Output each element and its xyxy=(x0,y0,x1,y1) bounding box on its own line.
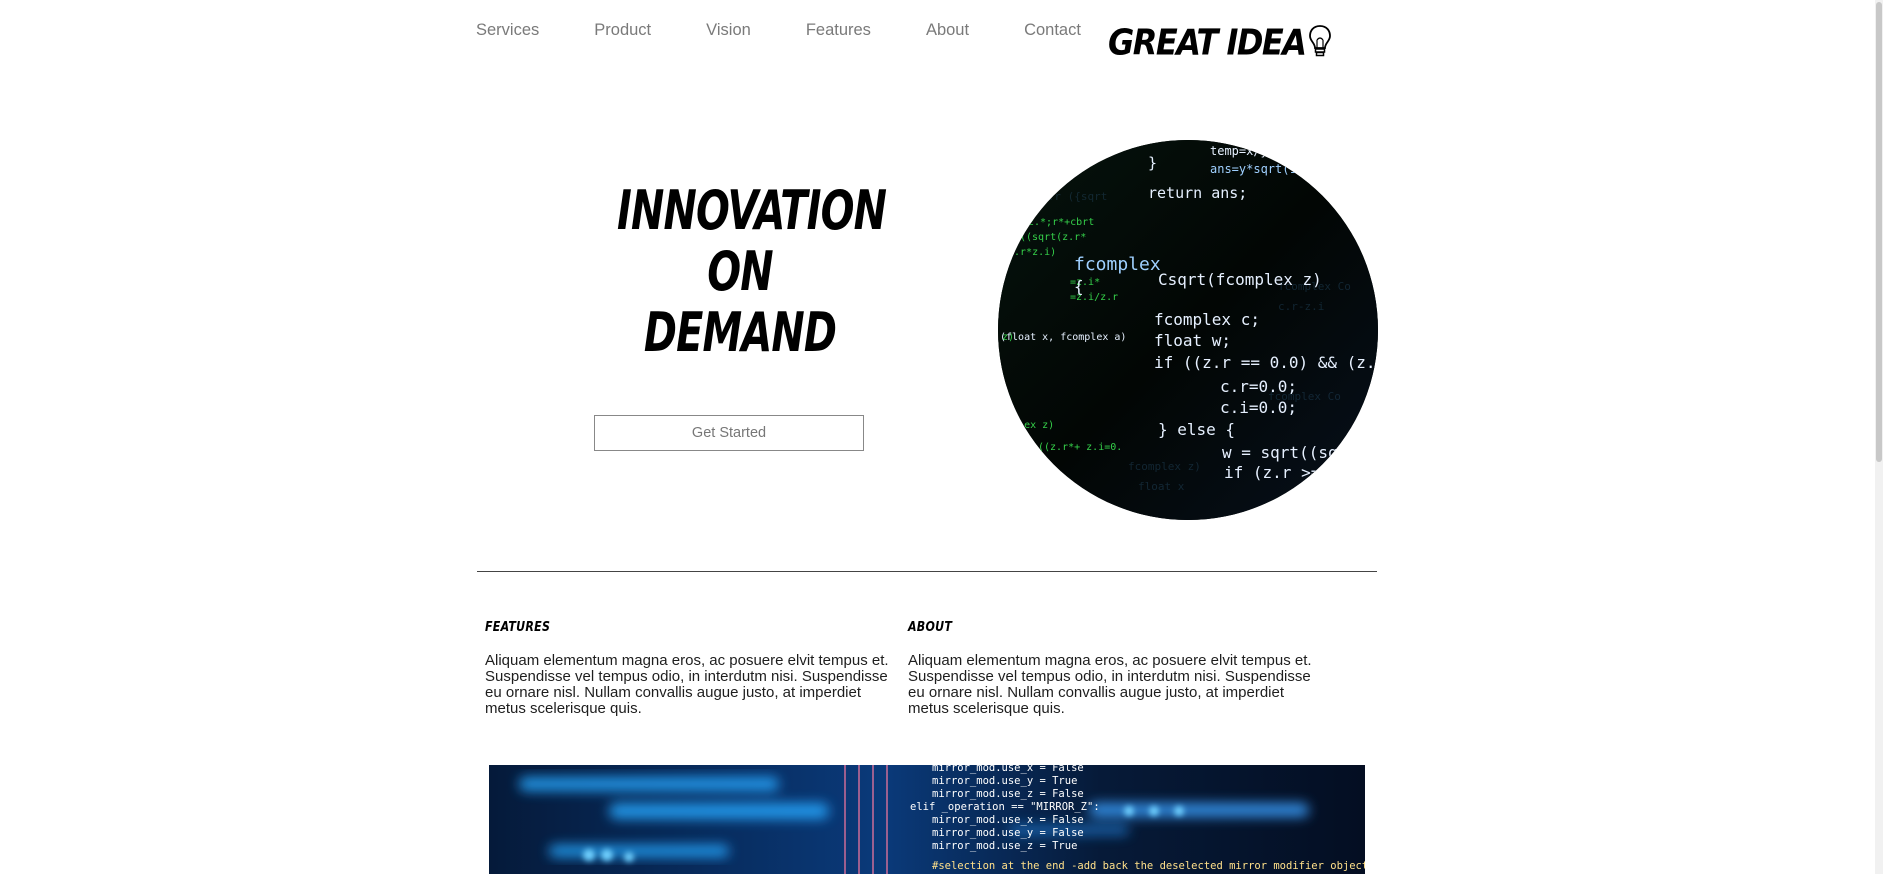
code-line-10: float w; xyxy=(1154,331,1231,350)
about-section: ABOUT Aliquam elementum magna eros, ac p… xyxy=(908,620,1318,717)
nav-item-about[interactable]: About xyxy=(926,22,969,39)
nav-item-features[interactable]: Features xyxy=(806,22,871,39)
get-started-button[interactable]: Get Started xyxy=(594,415,864,451)
code-line-13: c.i=0.0; xyxy=(1220,398,1297,417)
code-line-8: (float x, fcomplex a) xyxy=(1000,332,1126,343)
banner-line-1: mirror_mod.use_x = False xyxy=(932,765,1084,774)
site-logo[interactable]: GREAT IDEA xyxy=(1108,24,1332,60)
nav-item-vision[interactable]: Vision xyxy=(706,22,751,39)
section-divider xyxy=(477,571,1377,572)
logo-text: GREAT IDEA xyxy=(1108,20,1307,64)
hero-title-line-2: ON xyxy=(707,240,773,303)
hero-title-line-1: INNOVATION xyxy=(617,179,887,242)
green-code-8: ((z.r*+ z.i=0. xyxy=(1038,442,1122,453)
nav-item-product[interactable]: Product xyxy=(594,22,651,39)
page: Services Product Vision Features About C… xyxy=(0,0,1883,874)
page-scrollbar[interactable] xyxy=(1875,0,1883,874)
green-code-7: (( xyxy=(1000,417,1012,428)
code-line-2: } xyxy=(1148,154,1157,172)
main-nav: Services Product Vision Features About C… xyxy=(476,22,1136,39)
features-body: Aliquam elementum magna eros, ac posuere… xyxy=(485,652,889,717)
banner-illustration: mirror_mod.use_x = False mirror_mod.use_… xyxy=(489,765,1365,874)
green-code-2: ((sqrt(z.r* xyxy=(1020,232,1086,243)
bg-code-3: c.r-z.i xyxy=(1278,300,1324,313)
green-code-1: z.*;r*+cbrt xyxy=(1028,217,1094,228)
code-line-6: Csqrt(fcomplex z) xyxy=(1158,270,1322,289)
about-body: Aliquam elementum magna eros, ac posuere… xyxy=(908,652,1312,717)
hero-title: INNOVATION ON DEMAND xyxy=(590,180,890,363)
code-line-16: w = sqrt((sqrt(z.r xyxy=(1222,443,1378,462)
bg-code-1: ch x.c.r ({sqrt xyxy=(1008,190,1107,203)
code-line-5: fcomplex xyxy=(1074,254,1161,275)
code-line-14: omplex z) xyxy=(1000,420,1054,431)
code-line-3: ans=y*sqrt(1.0+temp*temp xyxy=(1210,162,1378,176)
code-line-9: fcomplex c; xyxy=(1154,310,1260,329)
banner-line-3: mirror_mod.use_z = False xyxy=(932,788,1084,800)
banner-line-6: mirror_mod.use_y = False xyxy=(932,827,1084,839)
code-line-11: if ((z.r == 0.0) && (z.i == 0.0)) { xyxy=(1154,353,1378,372)
lightbulb-icon xyxy=(1308,25,1331,57)
features-heading: FEATURES xyxy=(485,620,551,635)
code-banner-image: mirror_mod.use_x = False mirror_mod.use_… xyxy=(489,765,1365,874)
features-section: FEATURES Aliquam elementum magna eros, a… xyxy=(485,620,895,717)
nav-item-contact[interactable]: Contact xyxy=(1024,22,1081,39)
code-line-1: temp=x/y; xyxy=(1210,144,1275,158)
code-image-circle: ch x.c.r ({sqrt fcomplex Co c.r-z.i fcom… xyxy=(998,140,1378,520)
banner-line-7: mirror_mod.use_z = True xyxy=(932,840,1077,852)
code-line-15: } else { xyxy=(1158,420,1235,439)
nav-item-services[interactable]: Services xyxy=(476,22,539,39)
banner-line-8: #selection at the end -add back the dese… xyxy=(932,860,1365,872)
code-line-4: return ans; xyxy=(1148,184,1247,202)
hero-title-line-3: DEMAND xyxy=(643,301,837,364)
banner-line-5: mirror_mod.use_x = False xyxy=(932,814,1084,826)
green-code-3: z.r*z.i) xyxy=(1008,247,1056,258)
code-line-12: c.r=0.0; xyxy=(1220,377,1297,396)
code-illustration: ch x.c.r ({sqrt fcomplex Co c.r-z.i fcom… xyxy=(998,140,1378,520)
code-line-7: { xyxy=(1074,277,1084,296)
bg-code-5: fcomplex z) xyxy=(1128,460,1201,473)
bg-code-6: float x xyxy=(1138,480,1185,493)
code-line-17: if (z.r >= 0.0) { xyxy=(1224,463,1378,482)
scrollbar-thumb[interactable] xyxy=(1876,2,1882,462)
about-heading: ABOUT xyxy=(908,620,953,635)
banner-line-2: mirror_mod.use_y = True xyxy=(932,775,1077,787)
banner-line-4: elif _operation == "MIRROR_Z": xyxy=(910,801,1100,813)
